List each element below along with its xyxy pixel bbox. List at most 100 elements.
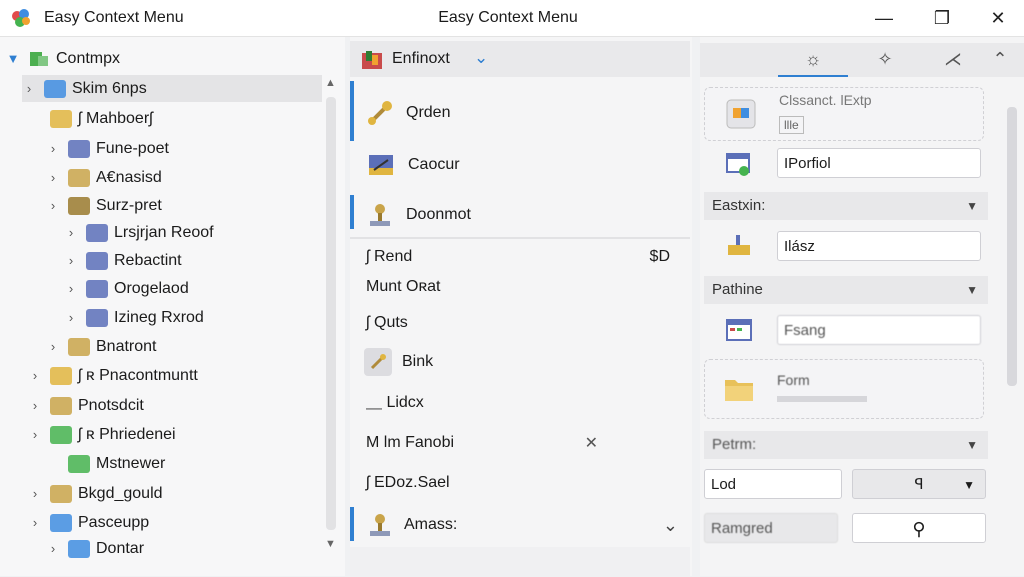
dropdown-value: ꟼ [914, 476, 924, 493]
menu-item[interactable]: ʃ EDoz.Sael [350, 467, 690, 499]
text-field[interactable]: Lod [704, 469, 842, 499]
tree-item-label: Skim 6nps [72, 79, 147, 97]
chevron-down-icon[interactable]: ▼ [6, 51, 20, 66]
tree-item[interactable]: › ʃ ʀ Phriedenei [28, 421, 176, 448]
chevron-right-icon[interactable]: › [64, 310, 78, 325]
menu-top-item[interactable]: Qrden [350, 93, 690, 133]
tree-item[interactable]: Mstnewer [46, 450, 165, 477]
chevron-right-icon[interactable]: › [46, 541, 60, 556]
tree-item[interactable]: › Dontar [46, 535, 144, 562]
profile-field[interactable]: IPorfiol [777, 148, 981, 178]
menu-top-item-label: Doonmot [406, 206, 471, 223]
chevron-right-icon[interactable]: › [28, 427, 42, 442]
menu-top-item[interactable]: Doonmot [350, 195, 690, 235]
tree-item[interactable]: › Rebactint [64, 247, 182, 274]
menu-item-label: ʃ EDoz.Sael [366, 474, 450, 491]
tree-root[interactable]: ▼ Contmpx [6, 45, 120, 72]
tree-item[interactable]: › Bkgd_gould [28, 480, 163, 507]
chevron-right-icon[interactable]: › [46, 170, 60, 185]
tree-item[interactable]: ʃ Mahboerʃ [28, 105, 153, 132]
menu-item-label: ⸏ Lidcx [366, 394, 424, 411]
chevron-right-icon[interactable]: › [28, 398, 42, 413]
menu-item-label: ʃ Quts [366, 314, 408, 331]
tree-item[interactable]: › Izineg Rxrod [64, 304, 204, 331]
menu-item[interactable]: ʃ Rend $D [350, 241, 690, 273]
menu-item-label: Munt Oʀat [366, 278, 441, 295]
menu-item[interactable]: M lm Fanobi ✕ [350, 427, 690, 459]
properties-panel: ☼ ✧ ⋌ ⌃ Clssanct. lExtp llle IPorfiol Ea… [700, 37, 1024, 576]
action-button[interactable]: Ramgred [704, 513, 838, 543]
section-header[interactable]: Eastxin: ▼ [704, 192, 988, 220]
chevron-down-icon[interactable]: ⌄ [474, 48, 488, 68]
tab-settings[interactable]: ☼ [778, 43, 848, 77]
chevron-down-icon[interactable]: ⌄ [663, 515, 678, 536]
menu-item-label: M lm Fanobi [366, 434, 455, 451]
properties-scrollbar[interactable] [1004, 97, 1020, 566]
folder-card-title: Form [777, 372, 810, 388]
chevron-right-icon[interactable]: › [22, 81, 36, 96]
chevron-down-icon[interactable]: ▼ [966, 192, 978, 220]
menu-item[interactable]: ʃ Quts [350, 307, 690, 339]
tree-item-icon [50, 109, 72, 128]
tree-item[interactable]: › Skim 6nps [22, 75, 322, 102]
tree-item[interactable]: › Fune-poet [46, 135, 169, 162]
menu-top-item[interactable]: Caocur [350, 145, 690, 185]
section-label: Petrm: [712, 436, 757, 453]
scroll-down-icon[interactable]: ▼ [325, 538, 336, 550]
chevron-down-icon[interactable]: ▼ [966, 276, 978, 304]
chevron-down-icon[interactable]: ▼ [966, 431, 978, 459]
tree-item-icon [86, 279, 108, 298]
tree-item[interactable]: › A€nasisd [46, 164, 162, 191]
chevron-right-icon[interactable]: › [46, 198, 60, 213]
close-button[interactable]: ✕ [978, 4, 1018, 32]
menu-top-item-label: Qrden [406, 104, 451, 121]
tree-item[interactable]: › Pnotsdcit [28, 392, 144, 419]
chevron-right-icon[interactable]: › [28, 486, 42, 501]
chevron-right-icon[interactable]: › [28, 515, 42, 530]
close-icon[interactable]: ✕ [585, 433, 598, 453]
menu-top-item-label: Caocur [408, 156, 460, 173]
chevron-right-icon[interactable]: › [64, 253, 78, 268]
tree-item[interactable]: › ʃ ʀ Pnacontmuntt [28, 362, 198, 389]
chevron-right-icon[interactable]: › [64, 281, 78, 296]
tree-item-icon [68, 168, 90, 187]
context-menu-panel: Enfinoxt ⌄ Qrden Caocur Doonmot ʃ Rend $… [350, 37, 692, 577]
tree-scrollbar[interactable]: ▲ ▼ [323, 77, 339, 550]
menu-item[interactable]: ⸏ Lidcx [350, 385, 690, 417]
tree-item-label: Rebactint [114, 251, 182, 269]
menu-item[interactable]: Amass: ⌄ [350, 507, 690, 543]
search-button[interactable]: ⚲ [852, 513, 986, 543]
scroll-up-icon[interactable]: ▲ [325, 77, 336, 89]
tree-item[interactable]: › Lrsjrjan Reoof [64, 219, 214, 246]
tree-item-icon [50, 425, 72, 444]
tree-item-icon [86, 223, 108, 242]
tree-item[interactable]: › Orogelaod [64, 275, 189, 302]
folder-card[interactable]: Form [704, 359, 984, 419]
tree-item[interactable]: › Pasceupp [28, 509, 149, 536]
menu-item[interactable]: Bink [350, 345, 690, 379]
menu-header[interactable]: Enfinoxt ⌄ [350, 41, 690, 77]
tab-collapse[interactable]: ⌃ [976, 43, 1024, 75]
tree-item-label: ʃ ʀ Phriedenei [78, 425, 176, 443]
text-field[interactable]: Ilász [777, 231, 981, 261]
text-field[interactable]: Fsang [777, 315, 981, 345]
key-icon [364, 348, 392, 376]
chevron-right-icon[interactable]: › [46, 141, 60, 156]
minimize-button[interactable]: — [864, 4, 904, 32]
chevron-right-icon[interactable]: › [28, 368, 42, 383]
header-toolbox-icon [362, 51, 382, 69]
menu-item-shortcut: $D [649, 248, 670, 265]
chevron-right-icon[interactable]: › [46, 339, 60, 354]
tab-effects[interactable]: ✧ [850, 43, 920, 75]
section-header[interactable]: Petrm: ▼ [704, 431, 988, 459]
tree-item[interactable]: › Bnatront [46, 333, 156, 360]
section-header[interactable]: Pathine ▼ [704, 276, 988, 304]
tree-item[interactable]: › Surz-pret [46, 192, 162, 219]
chevron-down-icon[interactable]: ▼ [963, 470, 975, 500]
chevron-right-icon[interactable]: › [64, 225, 78, 240]
maximize-button[interactable]: ❐ [922, 4, 962, 32]
dropdown-select[interactable]: ꟼ ▼ [852, 469, 986, 499]
menu-item[interactable]: Munt Oʀat [350, 271, 690, 303]
tree-item-icon [86, 251, 108, 270]
calendar-icon [726, 153, 750, 176]
